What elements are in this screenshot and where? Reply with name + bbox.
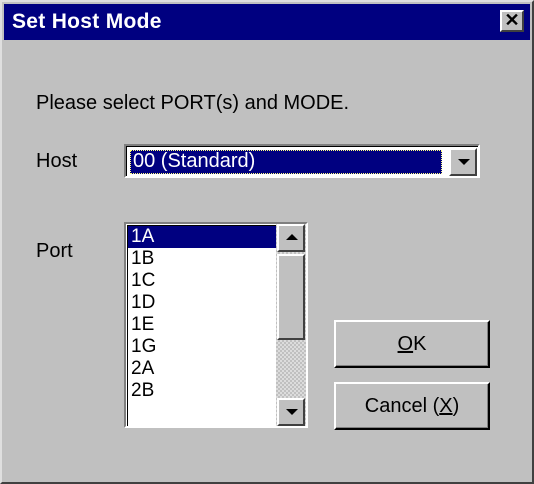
ok-mnemonic: O xyxy=(397,333,414,355)
list-item[interactable]: 1A xyxy=(128,226,276,248)
list-item[interactable]: 2A xyxy=(128,358,276,380)
port-label: Port xyxy=(36,240,73,262)
cancel-mnemonic: X xyxy=(439,395,453,417)
host-select-value: 00 (Standard) xyxy=(130,150,442,174)
port-scrollbar[interactable] xyxy=(276,224,306,426)
close-button[interactable]: ✕ xyxy=(500,10,524,32)
close-icon: ✕ xyxy=(504,10,520,30)
dialog-title: Set Host Mode xyxy=(12,10,162,33)
port-list: 1A 1B 1C 1D 1E 1G 2A 2B xyxy=(127,225,276,426)
arrow-down-icon xyxy=(286,409,298,415)
list-item[interactable]: 1C xyxy=(128,270,276,292)
scroll-up-button[interactable] xyxy=(277,224,305,252)
host-select[interactable]: 00 (Standard) xyxy=(124,144,480,178)
ok-button[interactable]: OK xyxy=(334,320,490,368)
list-item[interactable]: 1G xyxy=(128,336,276,358)
chevron-down-icon xyxy=(458,159,470,165)
host-select-field: 00 (Standard) xyxy=(126,146,478,176)
cancel-button[interactable]: Cancel (X) xyxy=(334,382,490,430)
set-host-mode-dialog: Set Host Mode ✕ Please select PORT(s) an… xyxy=(0,0,534,484)
ok-label-rest: K xyxy=(413,333,427,355)
host-label: Host xyxy=(36,150,78,172)
arrow-up-icon xyxy=(286,234,298,240)
cancel-label-suffix: ) xyxy=(452,395,460,417)
list-item[interactable]: 1E xyxy=(128,314,276,336)
host-dropdown-button[interactable] xyxy=(449,148,477,176)
list-item[interactable]: 1B xyxy=(128,248,276,270)
instruction-text: Please select PORT(s) and MODE. xyxy=(36,92,350,114)
scroll-down-button[interactable] xyxy=(277,398,305,426)
title-bar[interactable]: Set Host Mode ✕ xyxy=(4,4,530,40)
scroll-thumb[interactable] xyxy=(277,254,305,340)
list-item[interactable]: 1D xyxy=(128,292,276,314)
cancel-label-prefix: Cancel ( xyxy=(364,395,440,417)
list-item[interactable]: 2B xyxy=(128,380,276,402)
port-listbox[interactable]: 1A 1B 1C 1D 1E 1G 2A 2B xyxy=(124,222,308,428)
